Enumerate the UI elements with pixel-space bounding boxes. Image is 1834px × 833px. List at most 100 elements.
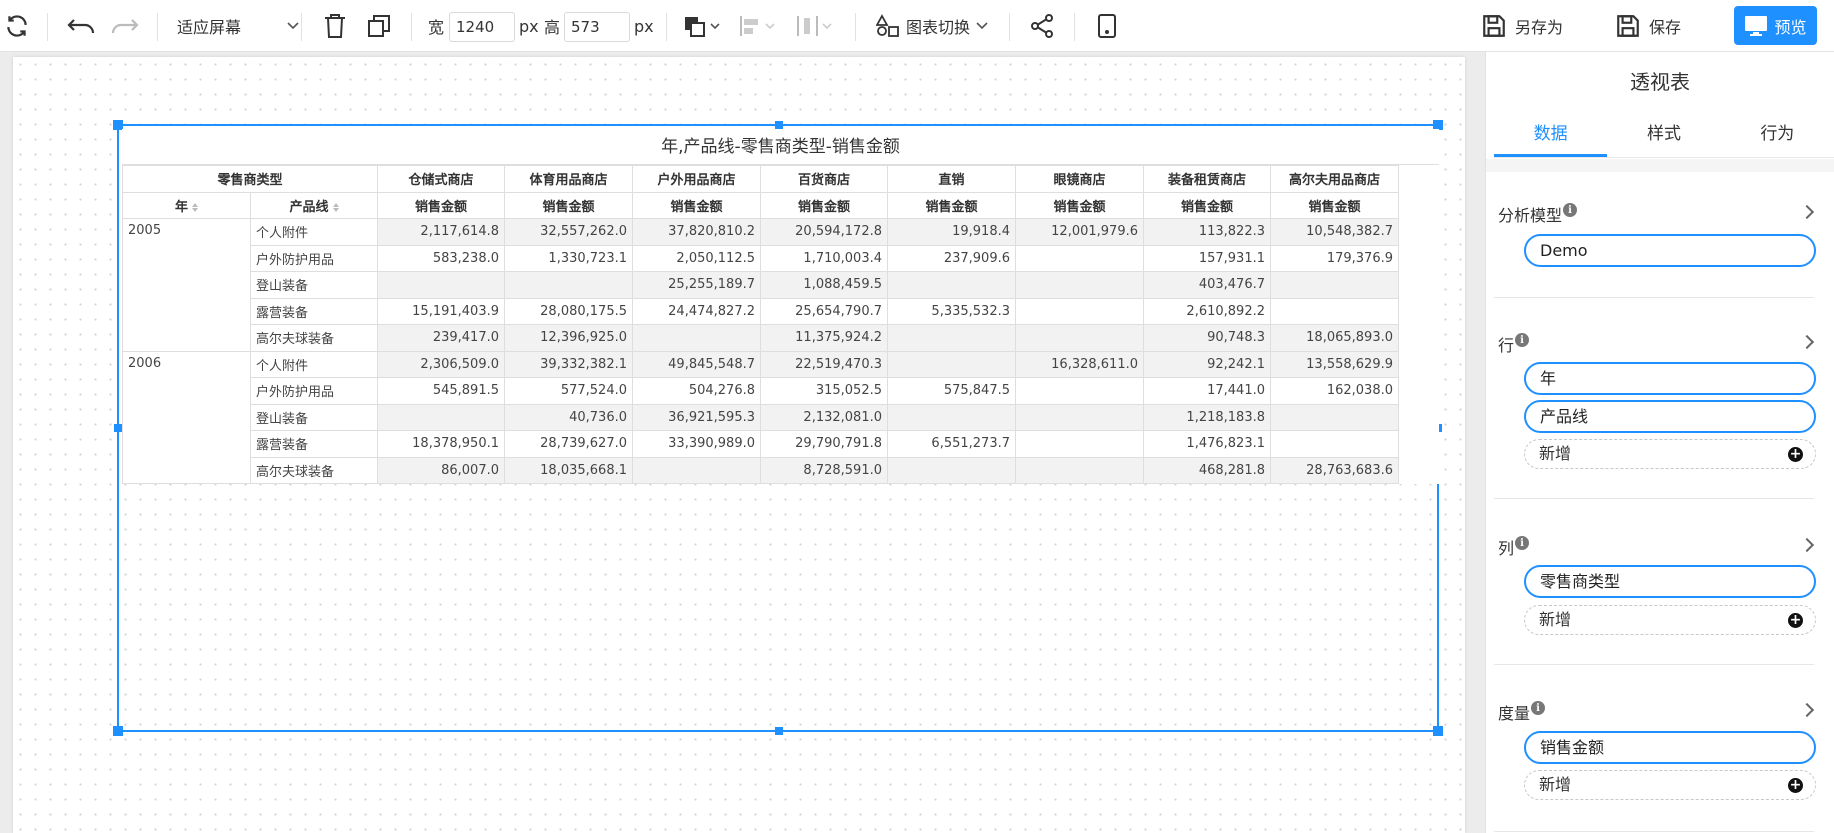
product-cell: 登山装备 xyxy=(250,403,378,431)
table-row: 露营装备 18,378,950.1 28,739,627.0 33,390,989.0… xyxy=(123,430,1399,458)
width-input[interactable]: 1240 xyxy=(449,12,515,42)
chevron-down-icon xyxy=(287,22,299,30)
row-field-year[interactable]: 年 xyxy=(1524,362,1816,395)
height-unit: px xyxy=(634,16,654,36)
chart-switch-label: 图表切换 xyxy=(906,18,971,37)
column-header: 户外用品商店 xyxy=(632,165,761,193)
resize-handle-sw[interactable] xyxy=(113,726,123,736)
value-cell: 18,378,950.1 xyxy=(377,430,505,458)
table-row: 高尔夫球装备 86,007.0 18,035,668.1 8,728,591.0 468… xyxy=(123,456,1399,484)
resize-handle-se[interactable] xyxy=(1433,726,1443,736)
save-button[interactable]: 保存 xyxy=(1615,0,1681,52)
value-cell: 39,332,382.1 xyxy=(504,350,633,378)
tab-style[interactable]: 样式 xyxy=(1607,112,1720,157)
measure-header: 销售金额 xyxy=(1270,191,1399,219)
value-cell: 179,376.9 xyxy=(1270,244,1399,272)
pivot-table: 年,产品线-零售商类型-销售金额 零售商类型 仓储式商店 体育用品商店 户外用品… xyxy=(122,129,1439,484)
panel-title: 透视表 xyxy=(1630,70,1690,94)
measure-header: 销售金额 xyxy=(760,191,888,219)
column-header: 直销 xyxy=(887,165,1016,193)
value-cell: 545,891.5 xyxy=(377,377,505,405)
sort-icon[interactable] xyxy=(332,202,339,212)
value-cell xyxy=(1015,271,1144,299)
value-cell: 28,080,175.5 xyxy=(504,297,633,325)
height-input[interactable]: 573 xyxy=(564,12,630,42)
value-cell xyxy=(1015,403,1144,431)
chevron-down-icon xyxy=(976,22,988,30)
save-as-button[interactable]: 另存为 xyxy=(1481,0,1563,52)
value-cell xyxy=(1270,297,1399,325)
measure-header-row: 年 产品线 销售金额 销售金额 销售金额 销售金额 销售金额 销售金额 销售金额… xyxy=(122,191,1399,219)
row-field-product[interactable]: 产品线 xyxy=(1524,400,1816,433)
value-cell xyxy=(1270,430,1399,458)
value-cell xyxy=(1015,377,1144,405)
value-cell: 18,065,893.0 xyxy=(1270,324,1399,352)
product-cell: 高尔夫球装备 xyxy=(250,324,378,352)
mobile-icon[interactable] xyxy=(1097,0,1117,52)
column-header: 高尔夫用品商店 xyxy=(1270,165,1399,193)
value-cell: 28,763,683.6 xyxy=(1270,456,1399,484)
add-column-field-button[interactable]: 新增 + xyxy=(1524,605,1816,635)
add-row-field-button[interactable]: 新增 + xyxy=(1524,439,1816,469)
value-cell: 36,921,595.3 xyxy=(632,403,761,431)
value-cell: 162,038.0 xyxy=(1270,377,1399,405)
resize-handle-n[interactable] xyxy=(775,121,783,129)
value-cell: 11,375,924.2 xyxy=(760,324,888,352)
value-cell xyxy=(1015,430,1144,458)
value-cell xyxy=(1270,271,1399,299)
product-cell: 个人附件 xyxy=(250,350,378,378)
year-cell: 2006 xyxy=(122,350,251,484)
tab-data[interactable]: 数据 xyxy=(1494,112,1608,157)
info-icon[interactable]: i xyxy=(1531,701,1546,715)
info-icon[interactable]: i xyxy=(1563,203,1578,217)
sort-icon[interactable] xyxy=(192,202,198,212)
copy-icon[interactable] xyxy=(367,0,391,52)
value-cell xyxy=(377,403,505,431)
panel-tabs: 数据 样式 行为 xyxy=(1494,112,1834,158)
value-cell: 25,654,790.7 xyxy=(760,297,888,325)
info-icon[interactable]: i xyxy=(1515,536,1530,550)
preview-button[interactable]: 预览 xyxy=(1734,6,1817,45)
fit-screen-select[interactable]: 适应屏幕 xyxy=(177,0,299,52)
column-header: 仓储式商店 xyxy=(377,165,505,193)
value-cell xyxy=(1015,456,1144,484)
value-cell xyxy=(887,271,1016,299)
value-cell xyxy=(632,324,761,352)
measure-field-sales[interactable]: 销售金额 xyxy=(1524,731,1816,764)
product-cell: 户外防护用品 xyxy=(250,377,378,405)
column-header: 体育用品商店 xyxy=(504,165,633,193)
value-cell: 86,007.0 xyxy=(377,456,505,484)
delete-icon[interactable] xyxy=(323,0,347,52)
chart-switch-icon xyxy=(876,14,899,37)
value-cell: 2,132,081.0 xyxy=(760,403,888,431)
design-canvas[interactable]: 年,产品线-零售商类型-销售金额 零售商类型 仓储式商店 体育用品商店 户外用品… xyxy=(13,57,1465,833)
value-cell: 1,710,003.4 xyxy=(760,244,888,272)
measure-header: 销售金额 xyxy=(1143,191,1271,219)
analysis-model-field[interactable]: Demo xyxy=(1524,234,1816,267)
value-cell: 24,474,827.2 xyxy=(632,297,761,325)
refresh-icon[interactable] xyxy=(4,0,30,52)
product-cell: 高尔夫球装备 xyxy=(250,456,378,484)
info-icon[interactable]: i xyxy=(1515,333,1530,347)
resize-handle-s[interactable] xyxy=(775,727,783,735)
undo-icon[interactable] xyxy=(66,0,96,52)
chart-switch-button[interactable]: 图表切换 xyxy=(876,0,988,52)
monitor-icon xyxy=(1745,15,1768,36)
value-cell xyxy=(504,271,633,299)
row-header-product[interactable]: 产品线 xyxy=(250,191,378,219)
pivot-widget[interactable]: 年,产品线-零售商类型-销售金额 零售商类型 仓储式商店 体育用品商店 户外用品… xyxy=(113,120,1443,736)
value-cell: 1,330,723.1 xyxy=(504,244,633,272)
add-measure-field-button[interactable]: 新增 + xyxy=(1524,770,1816,800)
align-icon xyxy=(738,0,778,52)
layer-order-icon[interactable] xyxy=(683,0,723,52)
value-cell: 12,001,979.6 xyxy=(1015,218,1144,246)
share-icon[interactable] xyxy=(1030,0,1054,52)
year-cell: 2005 xyxy=(122,218,251,352)
value-cell xyxy=(887,324,1016,352)
column-field-retailer-type[interactable]: 零售商类型 xyxy=(1524,565,1816,598)
tab-behavior[interactable]: 行为 xyxy=(1721,112,1834,157)
value-cell: 504,276.8 xyxy=(632,377,761,405)
save-label: 保存 xyxy=(1649,18,1682,37)
resize-handle-w[interactable] xyxy=(114,424,122,432)
row-header-year[interactable]: 年 xyxy=(122,191,251,219)
